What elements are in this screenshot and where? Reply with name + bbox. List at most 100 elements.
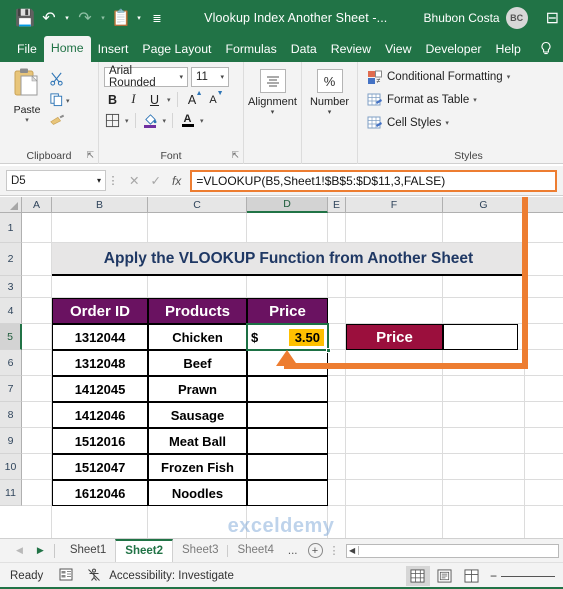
font-size-input[interactable]: 11 ▾ xyxy=(191,67,229,87)
table-row[interactable] xyxy=(247,454,328,480)
page-layout-view-button[interactable] xyxy=(433,566,457,586)
customize-qat-icon[interactable]: ≣ xyxy=(146,7,168,29)
table-row[interactable]: 1312048 xyxy=(52,350,148,376)
borders-dropdown-icon[interactable]: ▾ xyxy=(125,117,129,125)
format-as-table-button[interactable]: Format as Table ▾ xyxy=(367,90,477,110)
accessibility-icon[interactable] xyxy=(73,568,101,585)
alignment-caret-icon[interactable]: ▾ xyxy=(271,108,275,116)
enter-formula-icon[interactable]: ✓ xyxy=(150,173,160,188)
fill-handle[interactable] xyxy=(326,348,331,353)
normal-view-button[interactable] xyxy=(405,566,430,586)
zoom-track[interactable] xyxy=(501,575,555,577)
italic-button[interactable]: I xyxy=(125,91,142,108)
row-header-1[interactable]: 1 xyxy=(0,213,22,243)
table-row[interactable]: 1412045 xyxy=(52,376,148,402)
page-break-view-button[interactable] xyxy=(460,566,484,586)
paste-button[interactable]: Paste ▾ xyxy=(5,67,49,124)
ribbon-display-options-icon[interactable]: ⊟ xyxy=(538,8,563,28)
row-header-8[interactable]: 8 xyxy=(0,402,22,428)
font-size-caret-icon[interactable]: ▾ xyxy=(220,73,226,81)
formula-input[interactable]: =VLOOKUP(B5,Sheet1!$B$5:$D$11,3,FALSE) xyxy=(190,169,557,192)
tab-file[interactable]: File xyxy=(10,38,44,62)
save-icon[interactable]: 💾 xyxy=(14,7,36,29)
number-button[interactable]: % Number ▾ xyxy=(307,67,352,116)
sheet-title-cell[interactable]: Apply the VLOOKUP Function from Another … xyxy=(52,243,525,276)
table-row[interactable]: Beef xyxy=(148,350,247,376)
row-header-10[interactable]: 10 xyxy=(0,454,22,480)
insert-function-icon[interactable]: fx xyxy=(172,174,181,188)
table-row[interactable]: 1512016 xyxy=(52,428,148,454)
conditional-formatting-button[interactable]: ≠ Conditional Formatting ▾ xyxy=(367,67,510,87)
format-as-table-caret-icon[interactable]: ▾ xyxy=(473,96,477,104)
tab-data[interactable]: Data xyxy=(284,38,324,62)
scroll-left-icon[interactable]: ◀ xyxy=(347,546,359,555)
row-header-9[interactable]: 9 xyxy=(0,428,22,454)
format-painter-button[interactable] xyxy=(49,113,70,130)
zoom-out-icon[interactable]: − xyxy=(490,569,497,583)
row-header-11[interactable]: 11 xyxy=(0,480,22,506)
table-row[interactable]: Chicken xyxy=(148,324,247,350)
account-area[interactable]: Bhubon Costa BC xyxy=(424,7,538,29)
column-header-d[interactable]: D xyxy=(247,197,328,213)
tab-insert[interactable]: Insert xyxy=(91,38,136,62)
row-header-4[interactable]: 4 xyxy=(0,298,22,324)
table-row[interactable] xyxy=(247,376,328,402)
selected-cell-d5[interactable]: $ 3.50 xyxy=(246,323,329,351)
paste-dropdown-icon[interactable]: ▾ xyxy=(134,14,144,22)
table-row[interactable]: Sausage xyxy=(148,402,247,428)
table-row[interactable]: Prawn xyxy=(148,376,247,402)
underline-dropdown-icon[interactable]: ▾ xyxy=(167,96,171,104)
name-box-caret-icon[interactable]: ▾ xyxy=(97,176,101,185)
font-name-input[interactable]: Arial Rounded ▾ xyxy=(104,65,188,89)
row-header-6[interactable]: 6 xyxy=(0,350,22,376)
cell-styles-button[interactable]: Cell Styles ▾ xyxy=(367,113,449,133)
tab-view[interactable]: View xyxy=(378,38,418,62)
paste-dropdown-caret-icon[interactable]: ▾ xyxy=(25,116,29,124)
redo-icon[interactable]: ↷ xyxy=(74,7,96,29)
table-row[interactable]: 1412046 xyxy=(52,402,148,428)
paste-icon[interactable]: 📋 xyxy=(110,7,132,29)
tab-page-layout[interactable]: Page Layout xyxy=(135,38,218,62)
previous-sheet-icon[interactable]: ◀ xyxy=(16,545,23,556)
avatar[interactable]: BC xyxy=(505,7,528,29)
table-row[interactable]: Meat Ball xyxy=(148,428,247,454)
cell-styles-caret-icon[interactable]: ▾ xyxy=(445,119,449,127)
borders-button[interactable] xyxy=(104,112,121,129)
undo-dropdown-icon[interactable]: ▾ xyxy=(62,14,72,22)
font-dialog-launcher[interactable]: ⇱ xyxy=(231,150,239,161)
increase-font-size-button[interactable]: A ▲ xyxy=(184,90,203,108)
horizontal-scrollbar[interactable]: ◀ xyxy=(345,543,559,558)
row-header-3[interactable]: 3 xyxy=(0,276,22,298)
cut-button[interactable] xyxy=(49,71,70,89)
next-sheet-icon[interactable]: ▶ xyxy=(37,545,44,556)
underline-button[interactable]: U xyxy=(146,91,163,108)
table-row[interactable]: Noodles xyxy=(148,480,247,506)
sheet-tabs-more[interactable]: ... xyxy=(283,545,303,557)
name-box[interactable]: D5 ▾ xyxy=(6,170,106,191)
sheet-tab-sheet3[interactable]: Sheet3 xyxy=(173,541,227,560)
column-header-e[interactable]: E xyxy=(328,197,346,213)
table-row[interactable]: 1612046 xyxy=(52,480,148,506)
column-header-c[interactable]: C xyxy=(148,197,247,213)
sheet-tab-sheet4[interactable]: Sheet4 xyxy=(228,541,282,560)
row-header-5[interactable]: 5 xyxy=(0,324,22,350)
tab-review[interactable]: Review xyxy=(324,38,378,62)
table-row[interactable] xyxy=(247,428,328,454)
copy-dropdown-caret-icon[interactable]: ▾ xyxy=(66,97,70,105)
font-color-dropdown-icon[interactable]: ▾ xyxy=(200,117,204,125)
conditional-formatting-caret-icon[interactable]: ▾ xyxy=(507,73,511,81)
column-header-a[interactable]: A xyxy=(22,197,52,213)
zoom-slider[interactable]: − xyxy=(490,569,563,583)
tab-home[interactable]: Home xyxy=(43,36,91,62)
select-all-corner[interactable] xyxy=(0,197,22,213)
row-header-2[interactable]: 2 xyxy=(0,243,22,276)
accessibility-status[interactable]: Accessibility: Investigate xyxy=(101,570,234,582)
column-header-g[interactable]: G xyxy=(443,197,525,213)
fill-color-dropdown-icon[interactable]: ▾ xyxy=(163,117,167,125)
table-row[interactable]: 1312044 xyxy=(52,324,148,350)
font-name-caret-icon[interactable]: ▾ xyxy=(179,73,185,81)
number-caret-icon[interactable]: ▾ xyxy=(328,108,332,116)
copy-button[interactable]: ▾ xyxy=(49,92,70,110)
alignment-button[interactable]: Alignment ▾ xyxy=(248,67,297,116)
table-header-price[interactable]: Price xyxy=(247,298,328,324)
